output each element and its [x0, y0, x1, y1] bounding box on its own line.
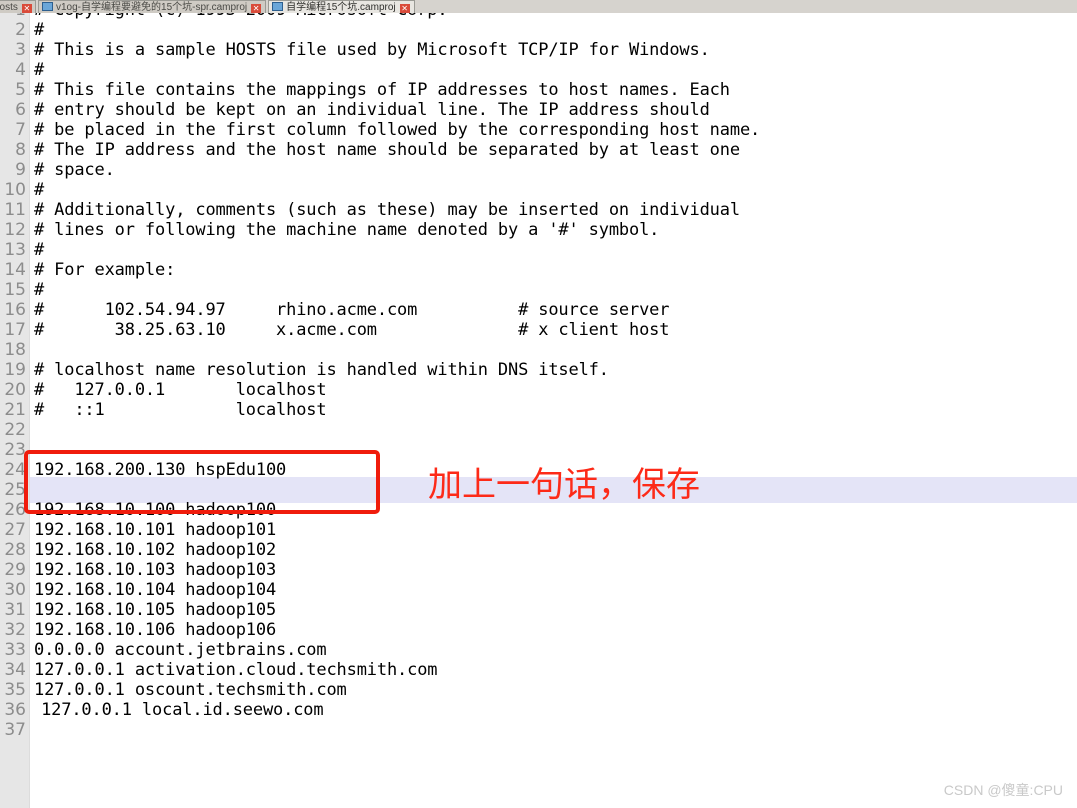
file-icon — [272, 2, 284, 11]
line-number: 15 — [4, 280, 26, 300]
close-icon[interactable]: ✕ — [399, 4, 410, 13]
line-number: 20 — [4, 380, 26, 400]
code-line[interactable]: 192.168.10.106 hadoop106 — [31, 620, 276, 640]
line-number: 31 — [4, 600, 26, 620]
code-line[interactable]: 192.168.10.100 hadoop100 — [31, 500, 276, 520]
code-line[interactable]: 127.0.0.1 local.id.seewo.com — [31, 700, 324, 720]
code-area[interactable]: # Copyright (c) 1993-2009 Microsoft Corp… — [31, 13, 1077, 808]
code-line[interactable]: 192.168.10.101 hadoop101 — [31, 520, 276, 540]
line-number: 4 — [15, 60, 26, 80]
code-line[interactable]: # 102.54.94.97 rhino.acme.com # source s… — [31, 300, 670, 320]
line-number: 7 — [15, 120, 26, 140]
line-number: 11 — [4, 200, 26, 220]
line-number: 35 — [4, 680, 26, 700]
line-number: 12 — [4, 220, 26, 240]
code-line[interactable]: 127.0.0.1 activation.cloud.techsmith.com — [31, 660, 438, 680]
code-line[interactable]: 127.0.0.1 oscount.techsmith.com — [31, 680, 347, 700]
line-number: 29 — [4, 560, 26, 580]
line-number: 9 — [15, 160, 26, 180]
code-line[interactable]: # — [31, 240, 44, 260]
text-editor[interactable]: 1234567891011121314151617181920212223242… — [0, 13, 1077, 808]
code-line[interactable]: # This is a sample HOSTS file used by Mi… — [31, 40, 710, 60]
tab-camproj-spr[interactable]: v1og-自学编程要避免的15个坑-spr.camproj ✕ — [38, 0, 267, 13]
line-number: 37 — [4, 720, 26, 740]
line-number: 1 — [0, 13, 26, 20]
annotation-text: 加上一句话，保存 — [428, 465, 700, 505]
line-number: 5 — [15, 80, 26, 100]
code-line[interactable]: # localhost name resolution is handled w… — [31, 360, 609, 380]
code-line[interactable]: # — [31, 280, 44, 300]
code-line[interactable]: # Copyright (c) 1993-2009 Microsoft Corp… — [31, 13, 448, 20]
code-line[interactable]: 192.168.10.105 hadoop105 — [31, 600, 276, 620]
line-number: 36 — [4, 700, 26, 720]
file-icon — [42, 2, 53, 11]
close-icon[interactable]: ✕ — [251, 4, 262, 13]
close-icon[interactable]: ✕ — [21, 4, 32, 13]
line-number: 2 — [15, 20, 26, 40]
line-number: 23 — [4, 440, 26, 460]
code-line[interactable] — [31, 440, 34, 460]
code-line[interactable]: # For example: — [31, 260, 175, 280]
line-number: 16 — [4, 300, 26, 320]
line-number: 32 — [4, 620, 26, 640]
code-line[interactable]: 192.168.200.130 hspEdu100 — [31, 460, 286, 480]
line-number: 24 — [4, 460, 26, 480]
window-tab-strip: hosts✕ v1og-自学编程要避免的15个坑-spr.camproj✕ 自学… — [0, 0, 1077, 14]
code-line[interactable]: # The IP address and the host name shoul… — [31, 140, 740, 160]
line-number: 21 — [4, 400, 26, 420]
line-number: 22 — [4, 420, 26, 440]
watermark: CSDN @傻童:CPU — [943, 782, 1063, 798]
tab-hosts[interactable]: hosts✕ — [0, 0, 36, 13]
code-line[interactable]: # ::1 localhost — [31, 400, 327, 420]
line-number: 26 — [4, 500, 26, 520]
code-line[interactable]: 192.168.10.103 hadoop103 — [31, 560, 276, 580]
code-line[interactable] — [31, 720, 34, 740]
line-number: 6 — [15, 100, 26, 120]
code-line[interactable]: 192.168.10.102 hadoop102 — [31, 540, 276, 560]
code-line[interactable]: 0.0.0.0 account.jetbrains.com — [31, 640, 327, 660]
line-number: 30 — [4, 580, 26, 600]
code-line[interactable]: # 38.25.63.10 x.acme.com # x client host — [31, 320, 670, 340]
tab-camproj[interactable]: 自学编程15个坑.camproj ✕ — [268, 0, 415, 13]
code-line[interactable] — [31, 480, 34, 500]
line-number: 13 — [4, 240, 26, 260]
line-number-gutter: 1234567891011121314151617181920212223242… — [0, 13, 30, 808]
tab-label: v1og-自学编程要避免的15个坑-spr.camproj — [56, 2, 248, 13]
line-number: 3 — [15, 40, 26, 60]
tab-label: hosts — [0, 2, 18, 13]
code-line[interactable] — [31, 420, 34, 440]
line-number: 10 — [4, 180, 26, 200]
line-number: 17 — [4, 320, 26, 340]
line-number: 28 — [4, 540, 26, 560]
code-line[interactable]: # lines or following the machine name de… — [31, 220, 659, 240]
code-line[interactable]: # This file contains the mappings of IP … — [31, 80, 730, 100]
code-line[interactable]: # space. — [31, 160, 115, 180]
code-line[interactable]: # — [31, 60, 44, 80]
line-number: 18 — [4, 340, 26, 360]
line-number: 27 — [4, 520, 26, 540]
line-number: 33 — [4, 640, 26, 660]
code-line[interactable]: # 127.0.0.1 localhost — [31, 380, 327, 400]
line-number: 25 — [4, 480, 26, 500]
line-number: 8 — [15, 140, 26, 160]
code-line[interactable]: # — [31, 20, 44, 40]
code-line[interactable]: # Additionally, comments (such as these)… — [31, 200, 740, 220]
code-line[interactable] — [31, 340, 34, 360]
code-line[interactable]: # entry should be kept on an individual … — [31, 100, 710, 120]
line-number: 19 — [4, 360, 26, 380]
line-number: 14 — [4, 260, 26, 280]
code-line[interactable]: # — [31, 180, 44, 200]
tab-label: 自学编程15个坑.camproj — [286, 2, 396, 13]
line-number: 34 — [4, 660, 26, 680]
code-line[interactable]: # be placed in the first column followed… — [31, 120, 760, 140]
code-line[interactable]: 192.168.10.104 hadoop104 — [31, 580, 276, 600]
